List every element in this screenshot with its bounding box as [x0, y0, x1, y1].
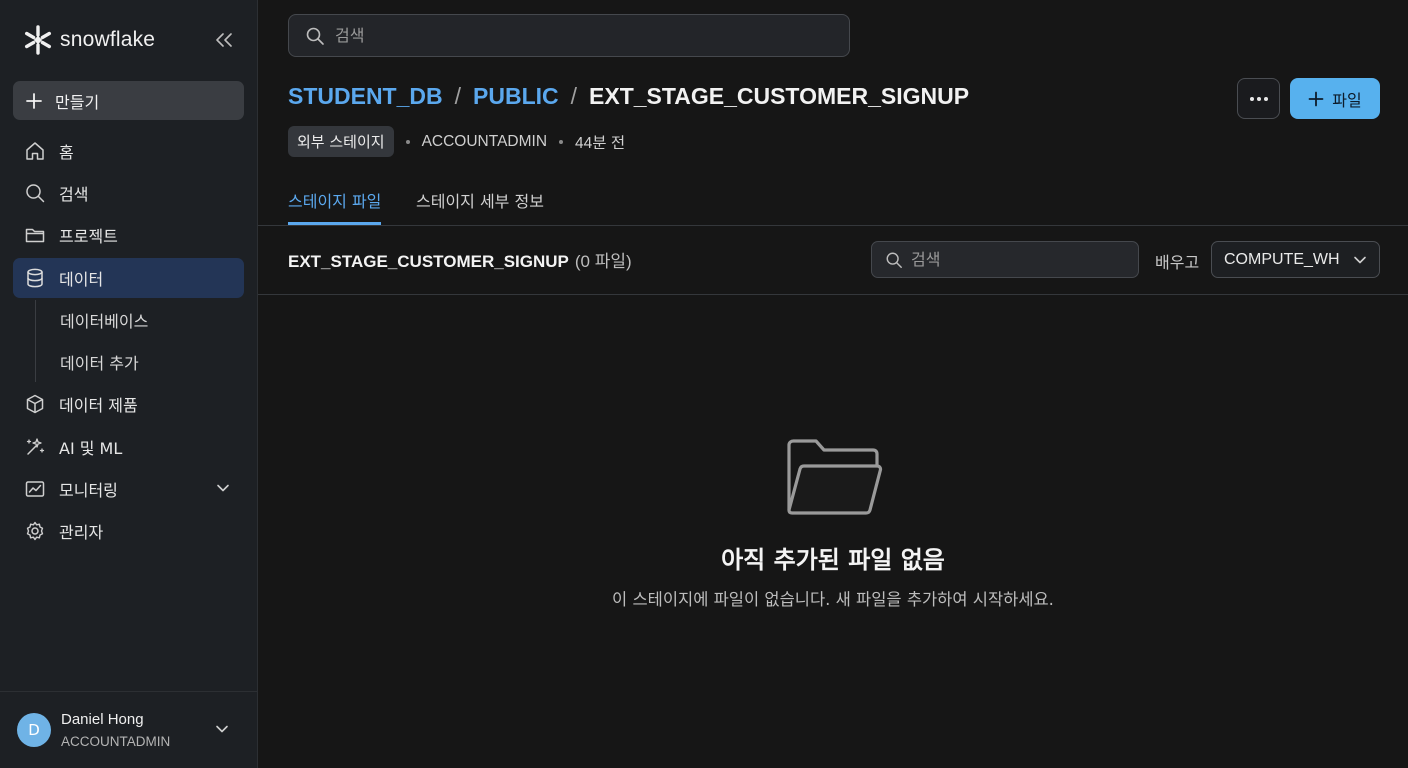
stage-files-title: EXT_STAGE_CUSTOMER_SIGNUP (0 파일): [288, 247, 632, 272]
chevron-down-icon: [216, 725, 228, 733]
sidebar: snowflake 만들기 홈 검색 프로젝트 데이터 데이터베이스 데이터 추…: [0, 0, 258, 768]
breadcrumb-schema[interactable]: PUBLIC: [473, 83, 559, 110]
sidebar-subitem-label: 데이터 추가: [60, 354, 139, 373]
add-file-button[interactable]: 파일: [1290, 78, 1380, 119]
plus-icon: [1308, 91, 1324, 106]
chart-icon: [25, 481, 45, 497]
user-menu-toggle[interactable]: [214, 721, 230, 741]
sidebar-item-label: 프로젝트: [59, 227, 118, 246]
sidebar-item-label: 검색: [59, 185, 89, 204]
tab-stage-details[interactable]: 스테이지 세부 정보: [416, 188, 544, 225]
plus-icon: [26, 92, 42, 109]
warehouse-label: 배우고: [1155, 253, 1200, 272]
chevron-down-icon: [1354, 256, 1366, 264]
empty-state: 아직 추가된 파일 없음 이 스테이지에 파일이 없습니다. 새 파일을 추가하…: [258, 294, 1408, 768]
sidebar-subitem-label: 데이터베이스: [60, 312, 149, 331]
file-search-input[interactable]: [911, 250, 1111, 269]
more-options-button[interactable]: [1237, 78, 1280, 119]
brand-logo[interactable]: snowflake: [22, 24, 155, 56]
empty-state-title: 아직 추가된 파일 없음: [721, 546, 945, 574]
breadcrumb-database[interactable]: STUDENT_DB: [288, 83, 443, 110]
user-role: ACCOUNTADMIN: [61, 734, 171, 749]
user-name: Daniel Hong: [61, 711, 144, 728]
stage-owner: ACCOUNTADMIN: [421, 132, 548, 150]
sidebar-item-projects[interactable]: 프로젝트: [13, 215, 244, 255]
sidebar-subitem-add-data[interactable]: 데이터 추가: [48, 344, 139, 380]
file-count: (0 파일): [574, 252, 632, 271]
tabs-divider: [258, 225, 1408, 226]
search-icon: [306, 27, 324, 45]
meta-dot: [405, 139, 410, 144]
home-icon: [26, 142, 44, 160]
sidebar-item-ai-ml[interactable]: AI 및 ML: [13, 427, 244, 467]
sidebar-item-label: 관리자: [59, 523, 104, 542]
search-icon: [26, 184, 45, 203]
user-divider: [0, 691, 258, 692]
more-horizontal-icon: [1249, 96, 1268, 101]
sparkle-icon: [26, 438, 45, 455]
create-button[interactable]: 만들기: [13, 81, 244, 120]
sidebar-item-admin[interactable]: 관리자: [13, 511, 244, 551]
stage-name: EXT_STAGE_CUSTOMER_SIGNUP: [288, 252, 569, 271]
search-icon: [886, 252, 902, 268]
sidebar-item-home[interactable]: 홈: [13, 131, 244, 171]
sidebar-item-data[interactable]: 데이터: [13, 258, 244, 298]
breadcrumb-separator: /: [570, 83, 578, 109]
warehouse-value: COMPUTE_WH: [1224, 250, 1340, 268]
sub-nav-line: [35, 300, 36, 382]
breadcrumb: STUDENT_DB / PUBLIC / EXT_STAGE_CUSTOMER…: [288, 83, 969, 110]
stage-updated: 44분 전: [575, 134, 626, 152]
stage-type-badge: 외부 스테이지: [288, 126, 394, 157]
sidebar-item-label: 모니터링: [59, 481, 118, 500]
sidebar-item-label: 홈: [59, 143, 74, 162]
cube-icon: [26, 394, 44, 414]
sidebar-item-search[interactable]: 검색: [13, 173, 244, 213]
avatar[interactable]: D: [17, 713, 51, 747]
warehouse-select[interactable]: COMPUTE_WH: [1211, 241, 1380, 278]
gear-icon: [26, 521, 44, 541]
tab-stage-files[interactable]: 스테이지 파일: [288, 188, 382, 225]
stage-meta: 외부 스테이지 ACCOUNTADMIN 44분 전: [288, 126, 625, 157]
sidebar-item-data-products[interactable]: 데이터 제품: [13, 384, 244, 424]
collapse-sidebar-button[interactable]: [210, 27, 238, 53]
chevron-down-icon: [217, 484, 229, 492]
search-input[interactable]: [335, 26, 795, 45]
sidebar-item-monitoring[interactable]: 모니터링: [13, 469, 244, 509]
page-title: EXT_STAGE_CUSTOMER_SIGNUP: [589, 83, 970, 109]
empty-state-subtitle: 이 스테이지에 파일이 없습니다. 새 파일을 추가하여 시작하세요.: [612, 590, 1054, 609]
database-icon: [27, 268, 43, 288]
breadcrumb-separator: /: [454, 83, 462, 109]
brand-name: snowflake: [60, 28, 156, 51]
chevrons-left-icon: [216, 33, 232, 47]
folder-icon: [25, 228, 45, 243]
global-search[interactable]: [288, 14, 850, 57]
meta-dot: [559, 139, 564, 144]
sidebar-item-label: AI 및 ML: [59, 439, 123, 458]
snowflake-logo-icon: [24, 25, 51, 55]
sidebar-subitem-databases[interactable]: 데이터베이스: [48, 302, 148, 338]
create-button-label: 만들기: [55, 92, 100, 112]
add-file-button-label: 파일: [1332, 90, 1362, 110]
sidebar-item-label: 데이터 제품: [59, 396, 138, 415]
file-search[interactable]: [871, 241, 1139, 278]
sidebar-item-label: 데이터: [59, 270, 104, 289]
